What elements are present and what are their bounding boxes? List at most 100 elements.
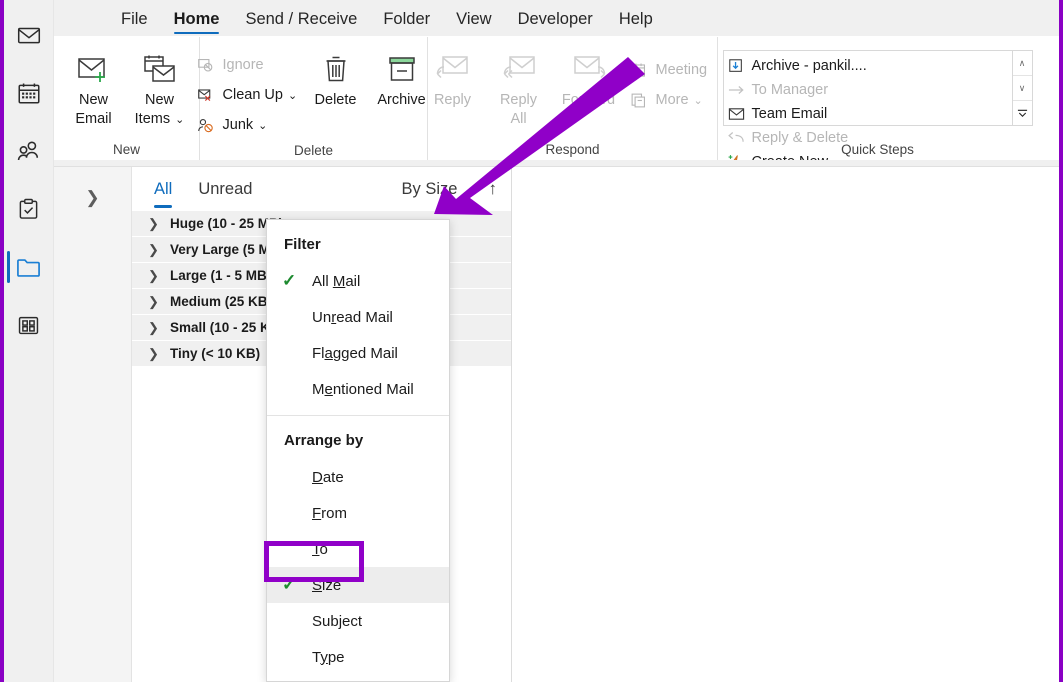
quick-steps-scroll: ∧ ∨	[1012, 50, 1033, 126]
menu-item-label: Unread Mail	[312, 308, 393, 326]
quick-step-team-email-label: Team Email	[751, 106, 828, 122]
new-items-button[interactable]: New Items ⌄	[127, 43, 193, 130]
folder-icon	[15, 254, 42, 281]
archive-step-icon	[728, 58, 752, 74]
reading-pane	[512, 167, 1059, 682]
junk-icon	[197, 117, 223, 134]
tab-send-receive[interactable]: Send / Receive	[232, 10, 370, 36]
ignore-icon	[197, 57, 223, 74]
reply-label: Reply	[433, 92, 472, 108]
chevron-right-icon: ❯	[148, 267, 159, 283]
filter-tab-all[interactable]: All	[154, 180, 173, 208]
outlook-window: File Home Send / Receive Folder View Dev…	[0, 0, 1063, 682]
quick-step-to-manager[interactable]: To Manager	[728, 78, 871, 102]
menu-item-label: Date	[312, 468, 344, 486]
archive-label: Archive	[377, 92, 426, 108]
chevron-down-icon: ⌄	[175, 114, 185, 126]
reply-all-button[interactable]: Reply All	[486, 43, 552, 129]
delete-button[interactable]: Delete	[303, 43, 369, 129]
new-email-icon	[74, 49, 114, 91]
to-manager-icon	[728, 83, 752, 97]
scroll-up-button[interactable]: ∧	[1012, 51, 1032, 76]
quick-steps-gallery: Archive - pankil.... To Manager Team Ema…	[722, 50, 1013, 170]
chevron-down-icon: ⌄	[693, 94, 703, 107]
filter-tab-unread[interactable]: Unread	[198, 180, 252, 199]
navigation-rail	[4, 0, 54, 682]
new-email-label-2: Email	[75, 111, 112, 127]
ribbon-group-respond-label: Respond	[545, 142, 600, 157]
rail-item-mail[interactable]	[4, 6, 54, 64]
menu-item-label: Mentioned Mail	[312, 380, 414, 398]
quick-step-to-manager-label: To Manager	[751, 82, 829, 98]
tasks-icon	[16, 197, 41, 222]
quick-step-archive[interactable]: Archive - pankil....	[728, 54, 871, 78]
menu-item-label: Type	[312, 648, 345, 666]
chevron-down-icon: ⌄	[464, 182, 475, 196]
ignore-button[interactable]: Ignore	[193, 50, 303, 80]
new-email-label-1: New	[78, 92, 108, 108]
rail-item-folders[interactable]	[4, 238, 54, 296]
sort-filter-menu: Filter ✓ All Mail Unread Mail Flagged Ma…	[266, 219, 450, 682]
menu-item-label: All Mail	[312, 272, 361, 290]
sort-dropdown-button[interactable]: By Size ⌄	[402, 180, 475, 199]
junk-button[interactable]: Junk ⌄	[193, 110, 303, 140]
menu-item-to[interactable]: To	[267, 531, 449, 567]
forward-button[interactable]: Forward	[552, 43, 626, 129]
meeting-button[interactable]: Meeting	[626, 55, 726, 85]
message-list-header: All Unread By Size ⌄ ↑	[132, 167, 511, 211]
menu-item-from[interactable]: From	[267, 495, 449, 531]
menu-item-type[interactable]: Type	[267, 639, 449, 675]
menu-item-mentioned-mail[interactable]: Mentioned Mail	[267, 371, 449, 407]
tab-help[interactable]: Help	[606, 10, 666, 36]
menu-item-date[interactable]: Date	[267, 459, 449, 495]
sort-label: By Size	[401, 179, 458, 198]
ribbon-group-new-label: New	[112, 142, 140, 157]
tab-view[interactable]: View	[443, 10, 504, 36]
check-icon: ✓	[282, 575, 297, 594]
chevron-right-icon: ❯	[148, 241, 159, 257]
ribbon-group-quick-steps: Archive - pankil.... To Manager Team Ema…	[717, 37, 1037, 170]
forward-icon	[570, 49, 608, 91]
menu-item-unread-mail[interactable]: Unread Mail	[267, 299, 449, 335]
rail-item-people[interactable]	[4, 122, 54, 180]
clean-up-button[interactable]: Clean Up ⌄	[193, 80, 303, 110]
new-items-label-1: New	[144, 92, 174, 108]
chevron-right-icon[interactable]: ❯	[85, 189, 99, 682]
meeting-icon	[630, 62, 656, 79]
tab-developer[interactable]: Developer	[505, 10, 606, 36]
reply-button[interactable]: Reply	[420, 43, 486, 129]
meeting-label: Meeting	[655, 62, 708, 78]
rail-item-apps[interactable]	[4, 296, 54, 354]
new-email-button[interactable]: New Email	[61, 43, 127, 129]
menu-item-label: Flagged Mail	[312, 344, 398, 362]
quick-step-team-email[interactable]: Team Email	[728, 102, 871, 126]
quick-step-archive-label: Archive - pankil....	[751, 58, 867, 74]
new-items-label-2: Items ⌄	[134, 111, 185, 127]
menu-section-arrange-header: Arrange by	[284, 432, 364, 449]
tab-folder[interactable]: Folder	[370, 10, 443, 36]
check-icon: ✓	[282, 271, 297, 290]
calendar-icon	[16, 80, 42, 106]
reply-all-icon	[500, 49, 538, 91]
tab-file[interactable]: File	[108, 10, 161, 36]
menu-item-flagged-mail[interactable]: Flagged Mail	[267, 335, 449, 371]
scroll-down-button[interactable]: ∨	[1012, 76, 1032, 101]
menu-item-size[interactable]: ✓ Size	[267, 567, 449, 603]
reply-all-label-2: All	[510, 111, 527, 127]
clean-up-label: Clean Up	[222, 87, 283, 103]
menu-item-attachments[interactable]: Attachments	[267, 675, 449, 681]
expand-gallery-button[interactable]	[1013, 101, 1032, 125]
group-label: Tiny (< 10 KB)	[170, 346, 261, 361]
arrow-up-icon[interactable]: ↑	[489, 179, 498, 199]
forward-label: Forward	[561, 92, 616, 108]
menu-item-subject[interactable]: Subject	[267, 603, 449, 639]
menu-section-filter-header: Filter	[284, 236, 321, 253]
tab-home[interactable]: Home	[161, 10, 233, 36]
team-email-icon	[728, 107, 752, 121]
more-button[interactable]: More ⌄	[626, 85, 726, 115]
menu-item-all-mail[interactable]: ✓ All Mail	[267, 263, 449, 299]
ribbon-tab-strip: File Home Send / Receive Folder View Dev…	[54, 0, 1059, 36]
rail-item-tasks[interactable]	[4, 180, 54, 238]
ribbon-group-delete: Ignore Clean Up ⌄ Junk ⌄ Delete Archive …	[197, 37, 427, 161]
rail-item-calendar[interactable]	[4, 64, 54, 122]
